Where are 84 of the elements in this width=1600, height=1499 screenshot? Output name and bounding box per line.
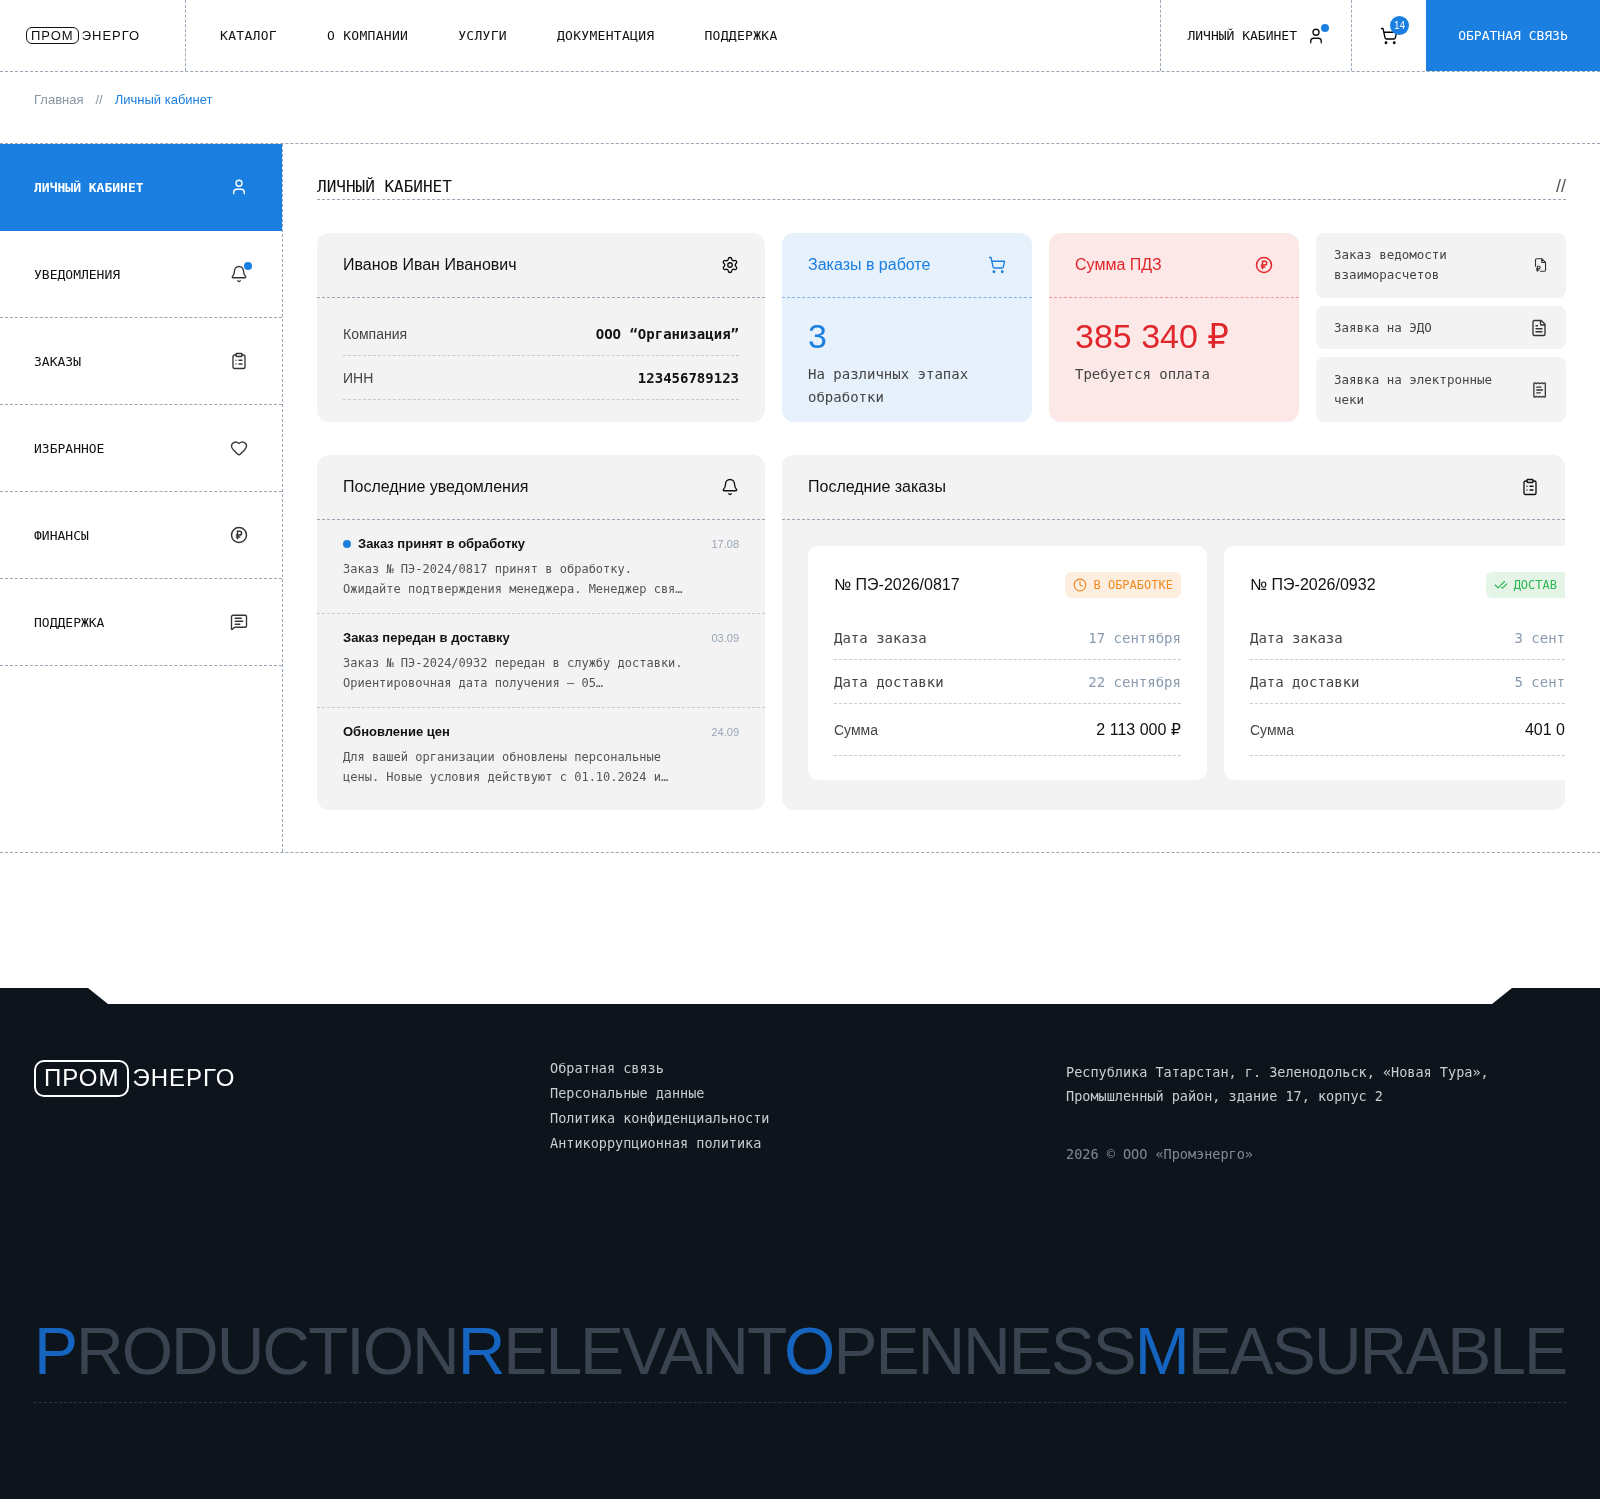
breadcrumb-link[interactable]: Личный кабинет <box>114 92 213 143</box>
sidebar-item[interactable]: ИЗБРАННОЕ <box>0 405 282 492</box>
status-badge: ДОСТАВ <box>1485 572 1565 598</box>
field-label: Дата доставки <box>1249 673 1360 690</box>
notification-date: 17.08 <box>711 537 739 550</box>
feedback-button[interactable]: ОБРАТНАЯ СВЯЗЬ <box>1426 0 1600 71</box>
footer-link[interactable]: Персональные данные <box>550 1085 1066 1101</box>
ruble-icon <box>230 526 248 544</box>
notification-text: Заказ № ПЭ-2024/0817 принят в обработку. Ожидайте подтверждения менеджера. Менеджер свя… <box>343 561 684 598</box>
ruble-icon <box>1255 256 1273 274</box>
field-label: Сумма <box>1249 721 1294 738</box>
field-value: 123456789123 <box>637 369 739 386</box>
debt-amount: 385 340 ₽ <box>1074 316 1230 356</box>
notification-text: Заказ № ПЭ-2024/0932 передан в службу доставки. Ориентировочная дата получения — 05… <box>343 655 684 692</box>
breadcrumb-separator: // <box>95 92 103 109</box>
order-card[interactable]: № ПЭ-2026/0932 ДОСТАВ Дата заказа 3 сент Дата доставки 5 сент Сумма 401 0 <box>1223 546 1565 780</box>
notification-date: 03.09 <box>711 631 739 644</box>
order-number: № ПЭ-2026/0932 <box>1249 576 1376 594</box>
sidebar-item[interactable]: ФИНАНСЫ <box>0 492 282 579</box>
nav-link[interactable]: О КОМПАНИИ <box>326 28 409 43</box>
cart-count-badge: 14 <box>1390 16 1409 35</box>
notification-title: Заказ принят в обработку <box>343 536 526 551</box>
field-label: Сумма <box>834 721 878 738</box>
notification-title: Обновление цен <box>343 724 450 739</box>
orders-count: 3 <box>807 316 828 356</box>
sidebar-item[interactable]: УВЕДОМЛЕНИЯ <box>0 231 282 318</box>
page-title: ЛИЧНЫЙ КАБИНЕТ <box>317 177 452 196</box>
field-label: Дата заказа <box>1249 629 1343 646</box>
card-title: Сумма ПДЗ <box>1075 256 1162 274</box>
field-value: 2 113 000 ₽ <box>1096 720 1181 739</box>
nav-link[interactable]: УСЛУГИ <box>458 28 507 43</box>
account-link[interactable]: ЛИЧНЫЙ КАБИНЕТ <box>1160 0 1352 71</box>
card-title: Заказы в работе <box>808 256 931 274</box>
sidebar-item[interactable]: ПОДДЕРЖКА <box>0 579 282 666</box>
field-label: ИНН <box>343 369 374 386</box>
notification-text: Для вашей организации обновлены персональные цены. Новые условия действуют с 01.10.2024 и… <box>343 749 670 786</box>
logo[interactable]: ПРОМ ЭНЕРГО <box>34 1060 550 1097</box>
address-text: Республика Татарстан, г. Зеленодольск, «Новая Тура», Промышленный район, здание 17, корпус 2 <box>1066 1063 1490 1106</box>
field-label: Дата заказа <box>834 629 927 646</box>
nav-link[interactable]: ДОКУМЕНТАЦИЯ <box>556 28 655 43</box>
quick-link[interactable]: Заявка на ЭДО <box>1316 305 1566 350</box>
nav-link[interactable]: ПОДДЕРЖКА <box>704 28 778 43</box>
clipboard-icon <box>1521 478 1539 496</box>
quick-link[interactable]: Заказ ведомости взаиморасчетов <box>1316 233 1566 298</box>
settings-icon[interactable] <box>721 256 739 274</box>
notification-title: Заказ передан в доставку <box>343 630 510 645</box>
clipboard-icon <box>230 352 248 370</box>
footer-link[interactable]: Антикоррупционная политика <box>550 1135 1066 1151</box>
profile-name: Иванов Иван Иванович <box>343 256 517 274</box>
card-title: Последние уведомления <box>343 478 529 496</box>
card-caption: Требуется оплата <box>1075 365 1211 385</box>
receipt-icon <box>1530 380 1548 399</box>
notification-date: 24.09 <box>711 725 739 738</box>
field-value: 17 сентября <box>1088 629 1181 646</box>
field-value: 22 сентября <box>1088 673 1181 690</box>
card-title: Последние заказы <box>808 478 946 496</box>
footer-link[interactable]: Обратная связь <box>550 1060 1066 1076</box>
field-value: ООО “Организация” <box>595 325 739 342</box>
heart-icon <box>230 439 248 457</box>
cart-button[interactable]: 14 <box>1352 0 1426 71</box>
bell-icon <box>230 265 248 283</box>
copyright-text: 2026 © ООО «Промэнерго» <box>1066 1146 1254 1162</box>
sidebar-item[interactable]: ЛИЧНЫЙ КАБИНЕТ <box>0 144 282 231</box>
field-value: 3 сент <box>1514 629 1565 646</box>
message-icon <box>230 613 248 631</box>
field-value: 5 сент <box>1514 673 1565 690</box>
cart-icon <box>988 256 1006 274</box>
order-number: № ПЭ-2026/0817 <box>834 576 960 594</box>
field-label: Компания <box>343 325 408 342</box>
order-card[interactable]: № ПЭ-2026/0817 В ОБРАБОТКЕ Дата заказа 17 сентября Дата доставки 22 сентября Сумма 2 113 000 ₽ <box>808 546 1207 780</box>
footer-link[interactable]: Политика конфиденциальности <box>550 1110 1066 1126</box>
quick-link[interactable]: Заявка на электронные чеки <box>1316 357 1566 422</box>
document-icon <box>1530 318 1548 337</box>
user-icon <box>230 178 248 196</box>
document-ruble-icon <box>1532 256 1548 275</box>
sidebar-item[interactable]: ЗАКАЗЫ <box>0 318 282 405</box>
bell-icon <box>721 478 739 496</box>
title-mark: // <box>1556 176 1566 197</box>
logo[interactable]: ПРОМ ЭНЕРГО <box>26 26 141 45</box>
nav-link[interactable]: КАТАЛОГ <box>220 28 277 43</box>
status-badge: В ОБРАБОТКЕ <box>1065 572 1181 598</box>
field-value: 401 0 <box>1524 720 1565 739</box>
field-label: Дата доставки <box>834 673 944 690</box>
card-caption: На различных этапах обработки <box>808 365 970 408</box>
